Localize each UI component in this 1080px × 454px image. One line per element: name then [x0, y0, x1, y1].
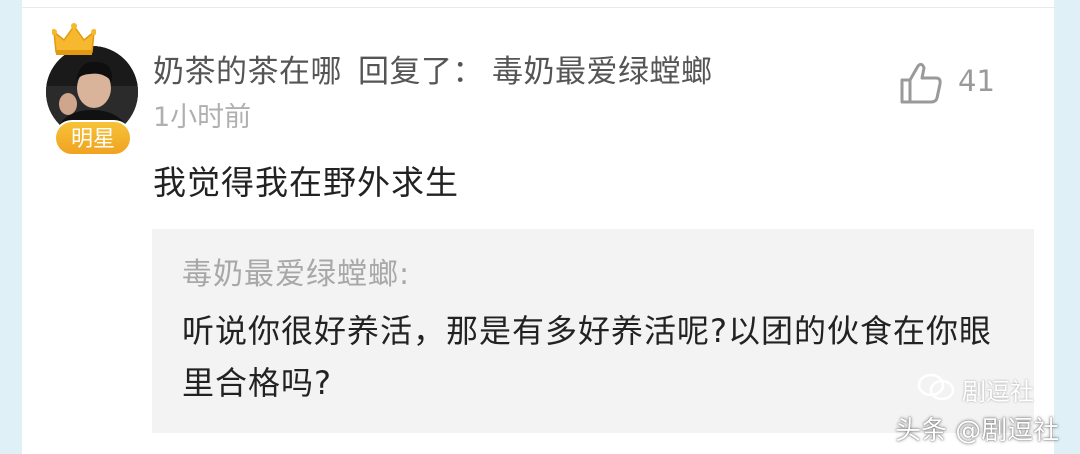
quoted-text: 听说你很好养活，那是有多好养活呢?以团的伙食在你眼里合格吗? [182, 312, 992, 402]
right-frame-border [1054, 0, 1080, 454]
verified-star-badge: 明星 [54, 120, 132, 156]
comment-header: 奶茶的茶在哪 回复了： 毒奶最爱绿螳螂 [153, 46, 713, 91]
user-name[interactable]: 奶茶的茶在哪 [153, 54, 342, 90]
like-count: 41 [958, 64, 995, 98]
watermark-account-label: 剧逗社 [962, 378, 1034, 406]
comment-timestamp: 1小时前 [153, 102, 252, 133]
crown-icon [52, 23, 96, 55]
toutiao-watermark: 头条 @剧逗社 [895, 416, 1060, 446]
thumbs-up-icon[interactable] [896, 58, 946, 108]
quoted-author: 毒奶最爱绿螳螂: [182, 257, 411, 292]
left-frame-border [0, 0, 22, 454]
quoted-comment[interactable]: 毒奶最爱绿螳螂: 听说你很好养活，那是有多好养活呢?以团的伙食在你眼里合格吗? [152, 229, 1034, 433]
comment-text: 我觉得我在野外求生 [153, 163, 459, 202]
wechat-icon [917, 373, 955, 401]
reply-target-name[interactable]: 毒奶最爱绿螳螂 [492, 54, 713, 90]
user-avatar-block[interactable]: 明星 [44, 23, 140, 160]
reply-verb: 回复了： [358, 54, 484, 90]
top-divider [22, 7, 1054, 8]
